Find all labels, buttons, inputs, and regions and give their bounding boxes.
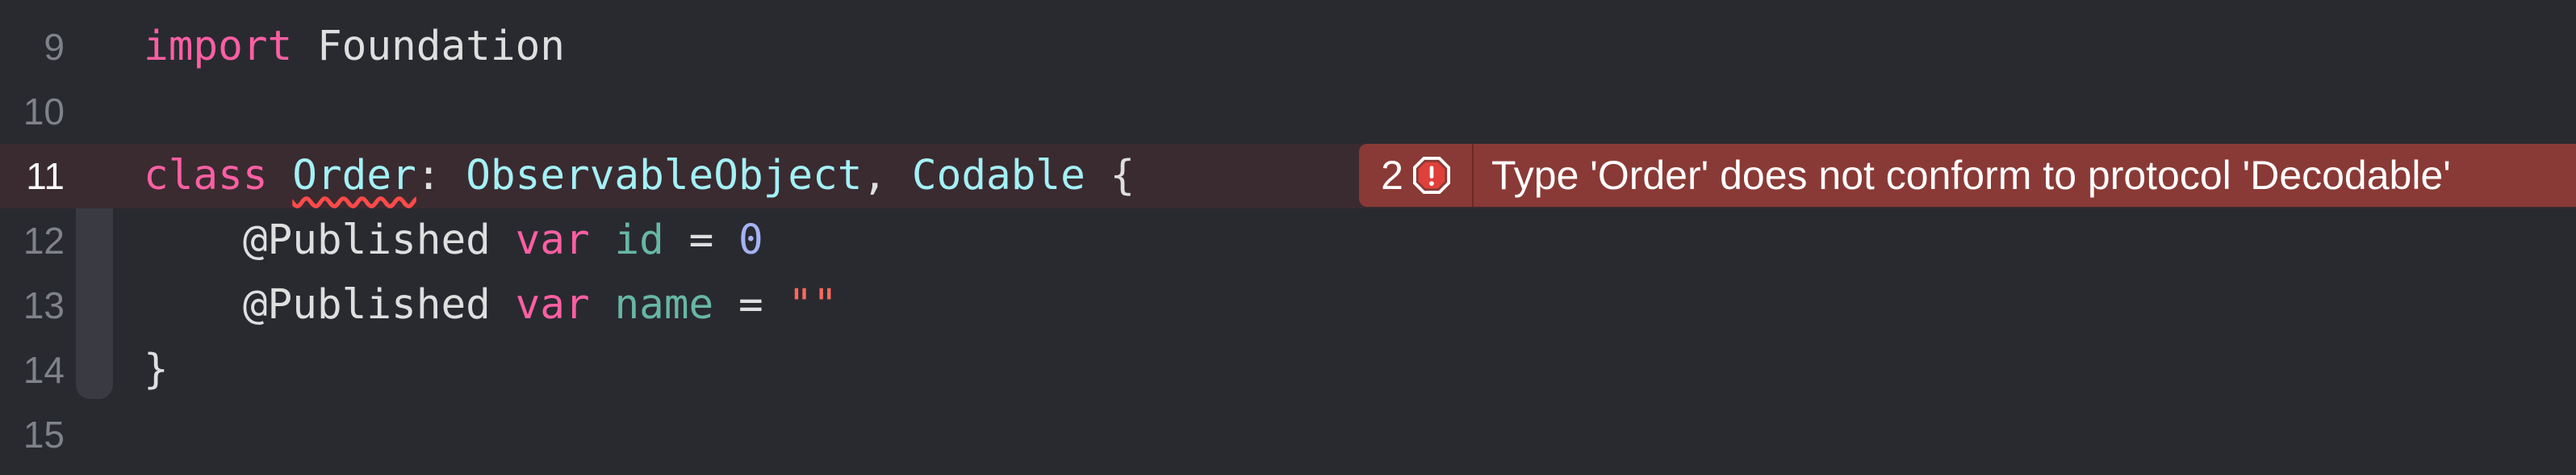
code-line-10[interactable]: 10 xyxy=(0,79,2576,144)
code-token: Codable xyxy=(911,152,1085,200)
line-number: 11 xyxy=(26,155,65,197)
code-line-12[interactable]: 12 @Published var id = 0 xyxy=(0,208,2576,273)
line-number: 15 xyxy=(23,414,65,456)
code-token: 0 xyxy=(738,216,763,264)
code-line-9[interactable]: 9 import Foundation xyxy=(0,15,2576,79)
code-text[interactable]: @Published var name = "" xyxy=(144,273,838,338)
code-token: id xyxy=(614,216,664,264)
code-token: Order xyxy=(292,152,416,200)
code-token: = xyxy=(713,281,788,329)
code-token: @Published xyxy=(144,216,491,264)
code-text[interactable]: class Order: ObservableObject, Codable { xyxy=(144,144,1135,208)
code-token: { xyxy=(1085,152,1135,200)
code-token: import xyxy=(144,23,293,70)
code-token: = xyxy=(663,216,738,264)
code-token: : xyxy=(416,152,466,200)
code-token: Foundation xyxy=(292,23,565,70)
line-number: 9 xyxy=(44,26,65,68)
error-octagon-icon xyxy=(1412,157,1450,194)
issue-count: 2 xyxy=(1381,153,1403,198)
code-token: , xyxy=(862,152,912,200)
code-token: name xyxy=(614,281,714,329)
line-number: 12 xyxy=(23,220,65,262)
code-token: var xyxy=(515,216,590,264)
code-token: @Published xyxy=(144,281,491,329)
inline-error-annotation[interactable]: 2 Type 'Order' does not conform to proto… xyxy=(1359,144,2576,207)
line-number: 10 xyxy=(23,90,65,132)
code-token: } xyxy=(144,346,169,393)
issue-count-button[interactable]: 2 xyxy=(1359,144,1474,207)
code-token: ObservableObject xyxy=(466,152,863,200)
code-line-13[interactable]: 13 @Published var name = "" xyxy=(0,273,2576,338)
code-line-15[interactable]: 15 xyxy=(0,402,2576,467)
code-token: var xyxy=(515,281,590,329)
code-editor[interactable]: 9 import Foundation 10 11 class Order: O… xyxy=(0,0,2576,475)
issue-message: Type 'Order' does not conform to protoco… xyxy=(1491,153,2451,198)
code-text[interactable]: @Published var id = 0 xyxy=(144,208,763,273)
code-text[interactable]: import Foundation xyxy=(144,15,565,79)
line-number: 14 xyxy=(23,349,65,391)
line-number: 13 xyxy=(23,284,65,326)
code-token: "" xyxy=(788,281,838,329)
code-line-14[interactable]: 14 } xyxy=(0,338,2576,402)
code-token: class xyxy=(144,152,268,200)
code-text[interactable]: } xyxy=(144,338,169,402)
